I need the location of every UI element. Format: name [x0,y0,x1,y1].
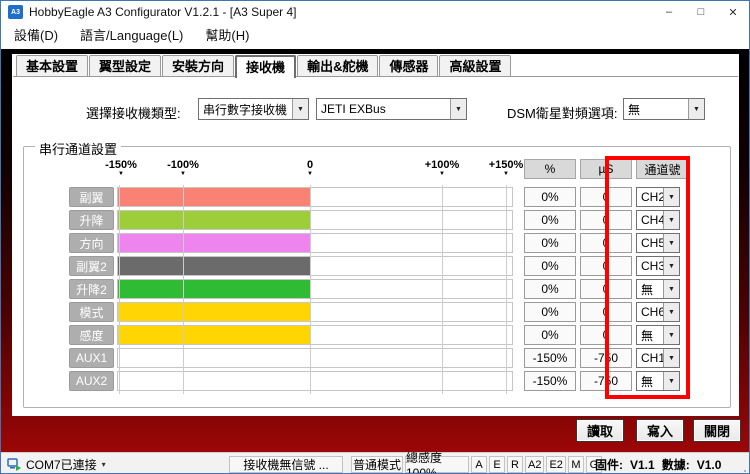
minimize-icon[interactable]: – [653,1,685,23]
tab-4[interactable]: 輸出&舵機 [297,55,378,76]
serial-channel-group-title: 串行通道設置 [35,139,121,158]
status-flag-E2: E2 [546,456,565,473]
channel-percent-value: -150% [524,371,576,391]
menu-item-1[interactable]: 語言/Language(L) [69,23,194,49]
com-connection-icon [7,458,21,471]
tab-2[interactable]: 安裝方向 [162,55,234,76]
app-window: A3 HobbyEagle A3 Configurator V1.2.1 - [… [0,0,750,474]
chevron-down-icon: ▼ [450,99,466,119]
receiver-protocol-value: JETI EXBus [317,102,450,116]
firmware-value: V1.1 [630,458,655,472]
chart-gridline-0 [119,185,120,394]
mode-status: 普通模式 [351,456,403,473]
status-flag-A2: A2 [525,456,544,473]
channel-label-3[interactable]: 副翼2 [69,256,114,276]
title-bar: A3 HobbyEagle A3 Configurator V1.2.1 - [… [1,1,749,23]
dsm-bind-value: 無 [624,101,688,118]
channel-bar-track [117,371,513,391]
tab-strip: 基本設置翼型設定安裝方向接收機輸出&舵機傳感器高級設置 [16,55,512,78]
channel-bar [118,234,310,252]
window-controls: – □ ✕ [653,1,749,23]
chart-gridline-1 [183,185,184,394]
scale-tick-0: -150% [91,159,151,171]
scale-tick-2: 0 [280,159,340,171]
channel-percent-value: -150% [524,348,576,368]
tab-1[interactable]: 翼型設定 [89,55,161,76]
data-value: V1.0 [697,458,722,472]
channel-label-8[interactable]: AUX2 [69,371,114,391]
tab-6[interactable]: 高級設置 [439,55,511,76]
channel-label-6[interactable]: 感度 [69,325,114,345]
channel-label-4[interactable]: 升降2 [69,279,114,299]
chevron-down-icon: ▼ [688,99,704,119]
channel-percent-value: 0% [524,256,576,276]
channel-percent-value: 0% [524,187,576,207]
chart-gridline-2 [310,185,311,394]
channel-bar [118,188,310,206]
close-button[interactable]: 關閉 [693,419,741,442]
channel-percent-value: 0% [524,302,576,322]
app-icon: A3 [8,5,23,19]
channel-percent-value: 0% [524,279,576,299]
gain-status: 總感度100% [405,456,469,473]
receiver-type-select[interactable]: 串行數字接收機 ▼ [198,98,309,120]
data-label: 數據: [662,456,690,473]
tab-5[interactable]: 傳感器 [379,55,438,76]
scale-tick-4: +150% [476,159,536,171]
com-port-selector[interactable]: COM7已連接 ▾ [7,456,106,473]
menu-item-2[interactable]: 幫助(H) [194,23,260,49]
firmware-label: 固件: [595,456,623,473]
channel-flags: AERA2E2MG [471,456,602,473]
channel-label-2[interactable]: 方向 [69,233,114,253]
resize-grip-icon[interactable] [744,470,746,472]
channel-percent-value: 0% [524,210,576,230]
channel-bar [118,303,310,321]
channel-bar [118,326,310,344]
channel-label-5[interactable]: 模式 [69,302,114,322]
status-flag-A: A [471,456,487,473]
dsm-bind-label: DSM衛星對頻選項: [507,103,618,122]
status-flag-E: E [489,456,505,473]
chevron-down-icon: ▾ [102,460,106,469]
scale-tick-marker-icon: ▼ [437,171,447,177]
scale-tick-3: +100% [412,159,472,171]
channel-column-highlight [605,156,690,399]
chevron-down-icon: ▼ [292,99,308,119]
menu-item-0[interactable]: 設備(D) [3,23,69,49]
channel-bar [118,280,310,298]
status-flag-R: R [507,456,523,473]
version-info: 固件: V1.1 數據: V1.0 [595,456,721,473]
status-flag-M: M [568,456,584,473]
window-title: HobbyEagle A3 Configurator V1.2.1 - [A3 … [29,5,297,19]
dsm-bind-select[interactable]: 無 ▼ [623,98,705,120]
channel-label-0[interactable]: 副翼 [69,187,114,207]
receiver-type-label: 選擇接收機類型: [86,103,181,122]
scale-tick-marker-icon: ▼ [178,171,188,177]
scale-tick-marker-icon: ▼ [501,171,511,177]
channel-percent-value: 0% [524,233,576,253]
status-bar: COM7已連接 ▾ 接收機無信號 ... 普通模式 總感度100% AERA2E… [1,452,749,474]
close-icon[interactable]: ✕ [717,1,749,23]
scale-tick-1: -100% [153,159,213,171]
write-button[interactable]: 寫入 [636,419,684,442]
menu-bar: 設備(D)語言/Language(L)幫助(H) [1,23,749,49]
receiver-type-value: 串行數字接收機 [199,101,292,118]
channel-bar [118,257,310,275]
com-port-status: COM7已連接 [26,456,97,473]
tab-0[interactable]: 基本設置 [16,55,88,76]
channel-label-7[interactable]: AUX1 [69,348,114,368]
channel-bar [118,211,310,229]
tab-3[interactable]: 接收機 [235,55,296,78]
channel-percent-value: 0% [524,325,576,345]
read-button[interactable]: 讀取 [576,419,624,442]
scale-tick-marker-icon: ▼ [305,171,315,177]
chart-gridline-3 [442,185,443,394]
scale-tick-marker-icon: ▼ [116,171,126,177]
receiver-signal-status: 接收機無信號 ... [229,456,343,473]
maximize-icon[interactable]: □ [685,1,717,23]
chart-gridline-4 [506,185,507,394]
receiver-protocol-select[interactable]: JETI EXBus ▼ [316,98,467,120]
channel-label-1[interactable]: 升降 [69,210,114,230]
channel-bar-track [117,348,513,368]
